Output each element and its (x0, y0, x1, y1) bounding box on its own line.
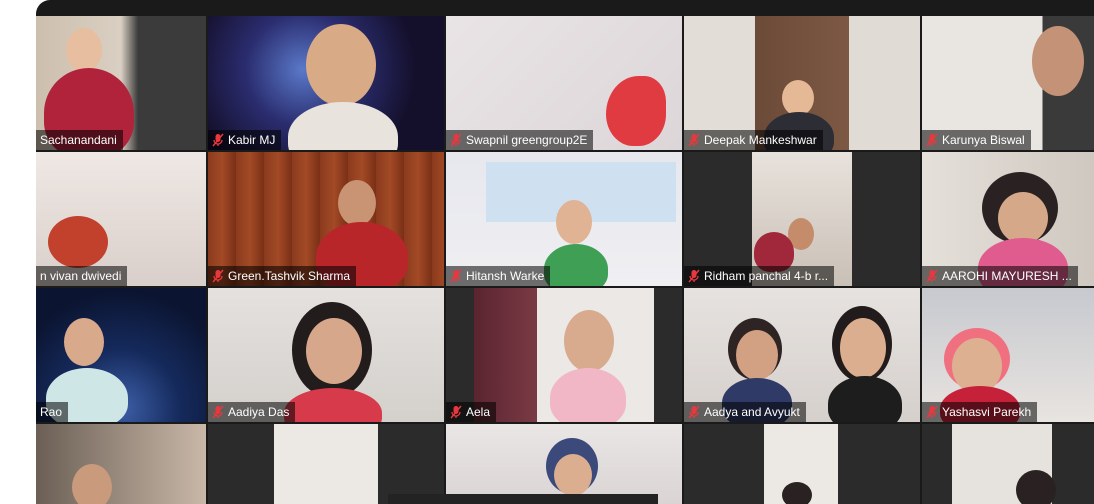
participant-name-label: n vivan dwivedi (36, 266, 128, 286)
muted-mic-icon (688, 405, 700, 419)
participant-name-label: Rao (36, 402, 69, 422)
participant-tile[interactable] (446, 424, 682, 504)
participant-name-label: Hitansh Warke (446, 266, 551, 286)
participant-name-label: Karunya Biswal (922, 130, 1031, 150)
participant-tile[interactable]: Swapnil greengroup2E (446, 16, 682, 150)
participant-tile[interactable]: Green.Tashvik Sharma (208, 152, 444, 286)
participant-tile[interactable] (36, 424, 206, 504)
participant-tile[interactable] (684, 424, 920, 504)
participant-name-label: Kabir MJ (208, 130, 282, 150)
muted-mic-icon (212, 133, 224, 147)
participant-tile[interactable]: Ridham panchal 4-b r... (684, 152, 920, 286)
participant-tile[interactable]: Rao (36, 288, 206, 422)
video-call-window: Sachanandani Kabir MJ Swapnil greengroup… (36, 0, 1094, 504)
participant-tile[interactable]: Aela (446, 288, 682, 422)
participant-tile[interactable] (922, 424, 1094, 504)
participant-name-label: Aadya and Avyukt (684, 402, 806, 422)
participant-tile[interactable]: n vivan dwivedi (36, 152, 206, 286)
participant-name-label: Sachanandani (36, 130, 123, 150)
participant-tile[interactable]: Hitansh Warke (446, 152, 682, 286)
participant-name-label: Ridham panchal 4-b r... (684, 266, 835, 286)
participant-name-label: Swapnil greengroup2E (446, 130, 594, 150)
participant-name-label: Aela (446, 402, 497, 422)
muted-mic-icon (688, 269, 700, 283)
muted-mic-icon (926, 269, 938, 283)
participant-tile[interactable]: Sachanandani (36, 16, 206, 150)
muted-mic-icon (212, 269, 224, 283)
participant-name-label: Yashasvi Parekh (922, 402, 1038, 422)
muted-mic-icon (926, 133, 938, 147)
participant-tile[interactable]: AAROHI MAYURESH ... (922, 152, 1094, 286)
participant-name-label: AAROHI MAYURESH ... (922, 266, 1078, 286)
participant-tile[interactable]: Karunya Biswal (922, 16, 1094, 150)
participant-grid: Sachanandani Kabir MJ Swapnil greengroup… (36, 14, 1094, 504)
muted-mic-icon (926, 405, 938, 419)
participant-name-label: Green.Tashvik Sharma (208, 266, 357, 286)
participant-tile[interactable]: Kabir MJ (208, 16, 444, 150)
muted-mic-icon (212, 405, 224, 419)
muted-mic-icon (450, 269, 462, 283)
participant-name-label: Deepak Mankeshwar (684, 130, 823, 150)
muted-mic-icon (450, 405, 462, 419)
participant-tile[interactable]: Aadya and Avyukt (684, 288, 920, 422)
participant-tile[interactable]: Yashasvi Parekh (922, 288, 1094, 422)
meeting-toolbar[interactable] (388, 494, 658, 504)
participant-tile[interactable] (208, 424, 444, 504)
participant-tile[interactable]: Aadiya Das (208, 288, 444, 422)
participant-name-label: Aadiya Das (208, 402, 296, 422)
muted-mic-icon (688, 133, 700, 147)
participant-tile[interactable]: Deepak Mankeshwar (684, 16, 920, 150)
muted-mic-icon (450, 133, 462, 147)
